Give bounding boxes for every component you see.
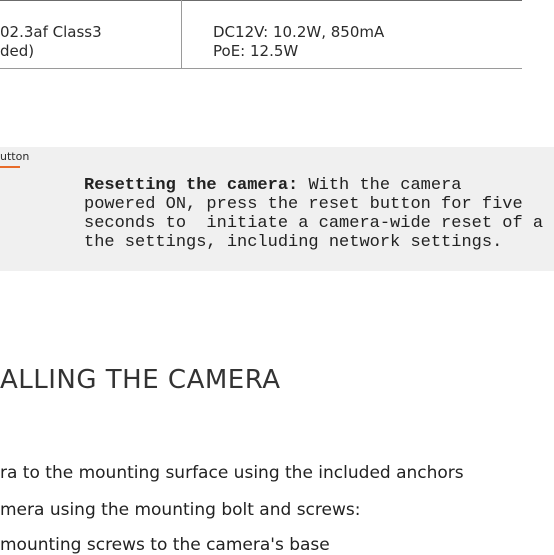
table-cell-power-standard: 02.3af Class3 ded) [0, 23, 102, 61]
table-column-divider-top [181, 0, 182, 12]
table-bottom-line [0, 68, 522, 69]
table-cell-line: PoE: 12.5W [213, 42, 299, 60]
reset-note-line: powered ON, press the reset button for f… [84, 195, 523, 214]
table-cell-line: 02.3af Class3 [0, 23, 102, 41]
reset-button-label: utton [0, 150, 30, 163]
table-top-line [0, 0, 522, 1]
install-step: ra to the mounting surface using the inc… [0, 463, 464, 483]
reset-note-title: Resetting the camera: [84, 176, 299, 195]
table-cell-power-consumption: DC12V: 10.2W, 850mA PoE: 12.5W [213, 23, 384, 61]
reset-note-line: With the camera [298, 176, 462, 195]
install-step: mounting screws to the camera's base [0, 535, 330, 555]
reset-note-line: the settings, including network settings… [84, 233, 503, 252]
reset-note-text: Resetting the camera: With the camera po… [84, 176, 554, 252]
table-cell-line: ded) [0, 42, 35, 60]
spec-table: 02.3af Class3 ded) DC12V: 10.2W, 850mA P… [0, 0, 522, 69]
install-step: mera using the mounting bolt and screws: [0, 500, 361, 520]
table-column-divider [181, 12, 182, 68]
label-accent-line [0, 166, 20, 168]
reset-note-line: seconds to initiate a camera-wide reset … [84, 214, 544, 233]
table-cell-line: DC12V: 10.2W, 850mA [213, 23, 385, 41]
section-heading: ALLING THE CAMERA [0, 365, 281, 395]
